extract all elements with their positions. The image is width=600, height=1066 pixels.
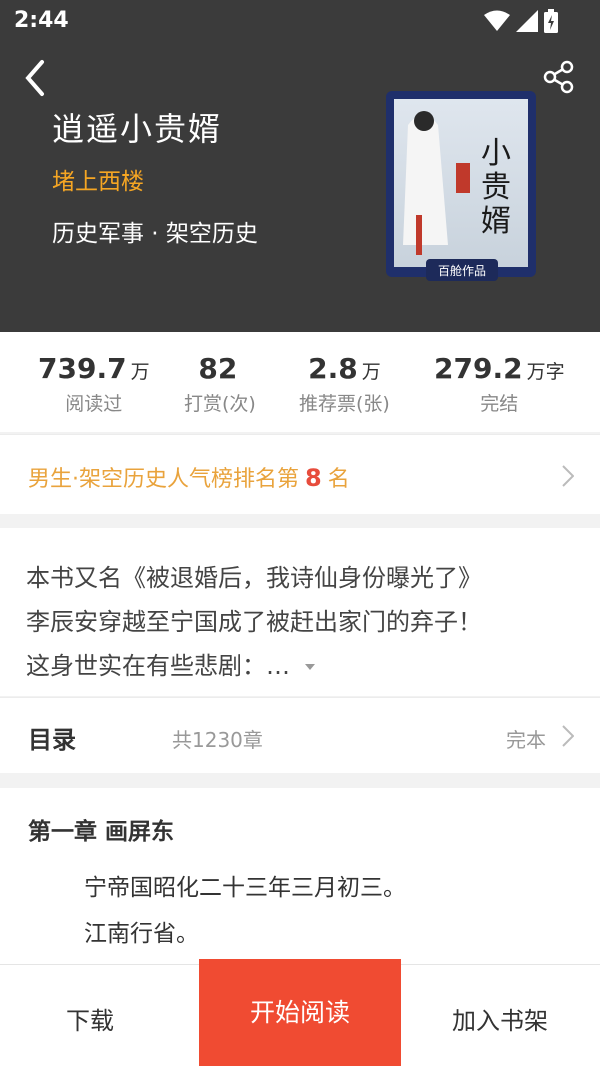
ranking-row[interactable]: 男生·架空历史人气榜排名第 8 名 (0, 434, 600, 514)
table-of-contents-row[interactable]: 目录 共1230章 完本 (0, 697, 600, 773)
add-to-shelf-button[interactable]: 加入书架 (452, 1001, 548, 1036)
chevron-right-icon (562, 725, 574, 747)
stat-value: 82 (198, 352, 238, 385)
stat-votes: 2.8 万 推荐票(张) (299, 352, 390, 416)
battery-icon (544, 9, 558, 33)
expand-caret-icon[interactable] (304, 662, 316, 672)
book-header: 2:44 逍遥小贵婿 堵上西楼 历史军事 · 架空历史 小 贵 婿 百舱作品 (0, 0, 600, 332)
chapter-title: 第一章 画屏东 (28, 819, 175, 845)
book-category: 历史军事 · 架空历史 (52, 221, 258, 247)
stat-label: 推荐票(张) (299, 393, 390, 415)
status-time: 2:44 (14, 8, 69, 33)
toc-chapter-count: 共1230章 (172, 728, 263, 752)
stat-unit: 万 (361, 361, 381, 383)
svg-text:贵: 贵 (481, 171, 511, 204)
signal-icon (516, 10, 538, 32)
toc-status: 完本 (506, 728, 546, 752)
book-synopsis[interactable]: 本书又名《被退婚后，我诗仙身份曝光了》 李辰安穿越至宁国成了被赶出家门的弃子！ … (0, 528, 600, 696)
chapter-text-line: 宁帝国昭化二十三年三月初三。 (84, 875, 406, 901)
synopsis-line-text: 这身世实在有些悲剧：… (26, 652, 290, 680)
book-stats: 739.7 万 阅读过 82 打赏(次) 2.8 万 推荐票(张) 279.2 万字 … (0, 332, 600, 432)
start-reading-label: 开始阅读 (249, 998, 350, 1027)
svg-text:婿: 婿 (481, 205, 511, 238)
synopsis-line: 这身世实在有些悲剧：… (26, 646, 316, 681)
ranking-number: 8 (305, 464, 322, 492)
cover-illustration: 小 贵 婿 百舱作品 (386, 91, 536, 281)
stat-unit: 万字 (526, 361, 565, 383)
ranking-prefix: 男生·架空历史人气榜排名第 (28, 467, 299, 492)
synopsis-line: 本书又名《被退婚后，我诗仙身份曝光了》 (26, 564, 482, 592)
book-cover: 小 贵 婿 百舱作品 (378, 85, 544, 285)
download-button[interactable]: 下载 (66, 1001, 114, 1036)
stat-unit: 万 (130, 361, 150, 383)
stat-value: 739.7 (38, 352, 127, 385)
svg-text:百舱作品: 百舱作品 (438, 264, 486, 278)
stat-label: 完结 (480, 393, 519, 415)
toc-title: 目录 (28, 726, 76, 754)
chapter-preview[interactable]: 第一章 画屏东 宁帝国昭化二十三年三月初三。 江南行省。 (0, 788, 600, 968)
stat-value: 2.8 (308, 352, 358, 385)
svg-text:小: 小 (481, 137, 511, 170)
bottom-action-bar: 下载 开始阅读 加入书架 (0, 959, 600, 1066)
stat-reads: 739.7 万 阅读过 (38, 352, 150, 416)
stat-label: 阅读过 (65, 393, 123, 415)
stat-tips: 82 打赏(次) (184, 352, 256, 416)
share-icon (543, 60, 574, 94)
stat-label: 打赏(次) (184, 393, 256, 415)
chevron-left-icon (25, 60, 44, 96)
ranking-suffix: 名 (327, 467, 350, 492)
book-title: 逍遥小贵婿 (52, 110, 223, 148)
ranking-text: 男生·架空历史人气榜排名第 8 名 (28, 461, 350, 493)
wifi-icon (484, 10, 510, 31)
chevron-right-icon (562, 465, 574, 487)
back-button[interactable] (20, 58, 56, 98)
synopsis-line: 李辰安穿越至宁国成了被赶出家门的弃子！ (26, 608, 482, 636)
share-button[interactable] (540, 58, 578, 96)
stat-value: 279.2 (434, 352, 523, 385)
status-bar: 2:44 (0, 0, 600, 40)
chapter-text-line: 江南行省。 (84, 921, 199, 947)
start-reading-button[interactable]: 开始阅读 (199, 959, 401, 1066)
author-name[interactable]: 堵上西楼 (52, 162, 144, 196)
stat-words: 279.2 万字 完结 (434, 352, 565, 416)
status-icons (484, 9, 558, 33)
